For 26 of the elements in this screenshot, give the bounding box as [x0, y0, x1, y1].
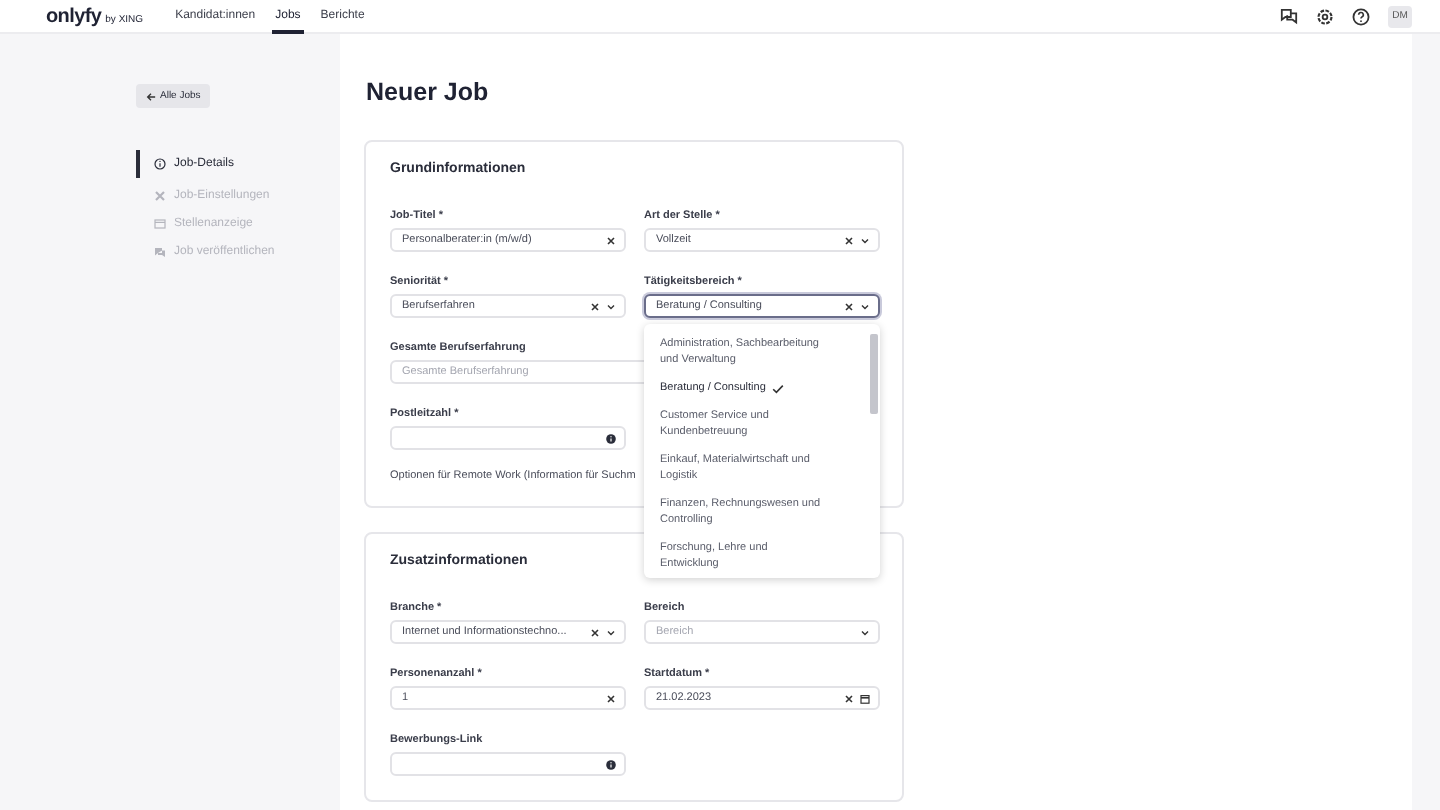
clear-icon[interactable]	[606, 693, 616, 703]
chevron-down-icon[interactable]	[860, 301, 870, 311]
scrollbar-thumb[interactable]	[869, 334, 877, 414]
clear-icon[interactable]	[590, 301, 600, 311]
chevron-down-icon[interactable]	[860, 235, 870, 245]
info-icon	[154, 158, 166, 170]
calendar-icon[interactable]	[860, 693, 870, 703]
help-icon[interactable]	[1352, 7, 1370, 25]
chevron-down-icon[interactable]	[860, 627, 870, 637]
arrow-left-icon	[146, 91, 156, 101]
page-title: Neuer Job	[366, 78, 491, 106]
settings-icon[interactable]	[1316, 7, 1334, 25]
logo[interactable]: onlyfy	[46, 5, 102, 27]
clear-icon[interactable]	[844, 235, 854, 245]
clear-icon[interactable]	[606, 235, 616, 245]
chat-icon[interactable]	[1280, 7, 1298, 25]
clear-icon[interactable]	[844, 301, 854, 311]
chevron-down-icon[interactable]	[606, 301, 616, 311]
clear-icon[interactable]	[590, 627, 600, 637]
input-field[interactable]	[390, 752, 626, 776]
clear-icon[interactable]	[844, 693, 854, 703]
chevron-down-icon[interactable]	[606, 627, 616, 637]
chat-icon	[154, 246, 166, 258]
input-field[interactable]	[390, 426, 626, 450]
window-icon	[154, 218, 166, 230]
check-icon	[771, 383, 784, 393]
